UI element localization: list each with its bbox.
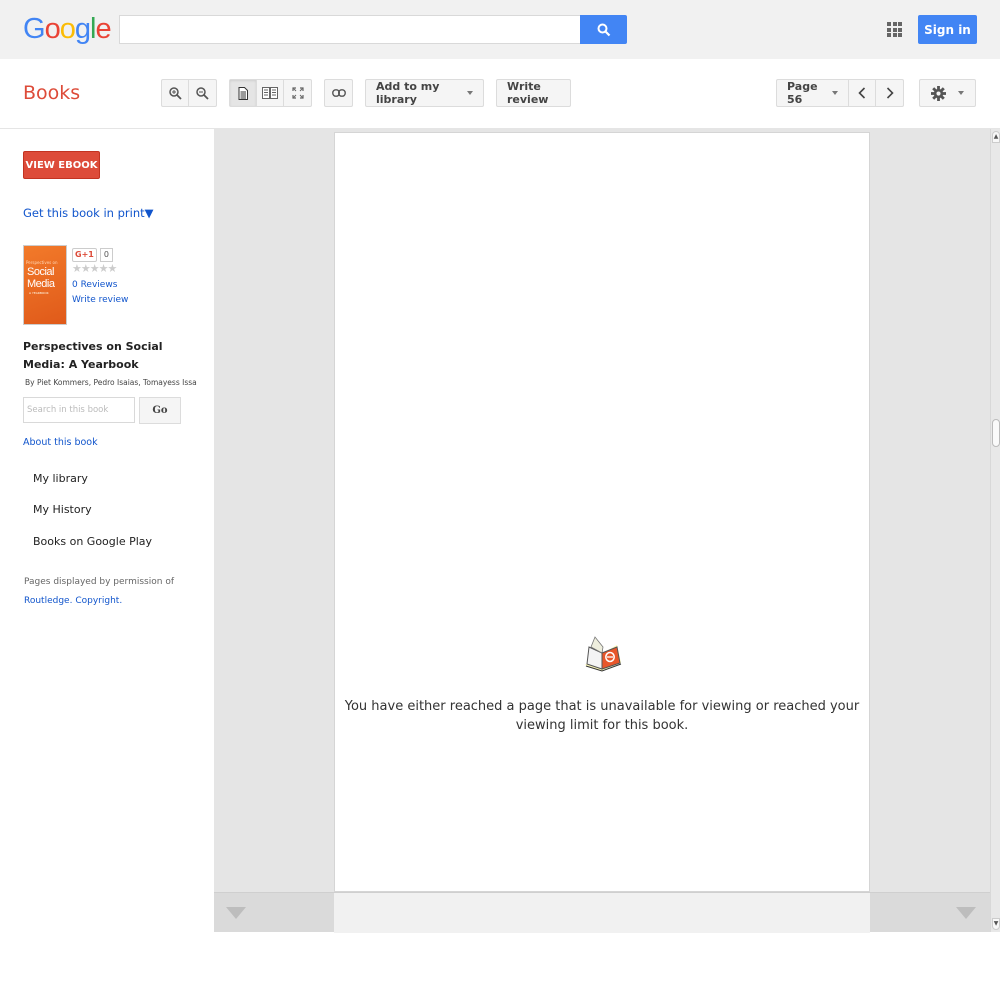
open-book-icon (581, 633, 625, 681)
page-nav-group: Page 56 (776, 79, 904, 107)
caret-down-icon (958, 91, 964, 95)
publisher-link[interactable]: Routledge (24, 596, 70, 606)
chevron-right-icon (886, 87, 894, 99)
add-library-group: Add to my library (365, 79, 484, 107)
settings-group (919, 79, 976, 107)
add-to-library-button[interactable]: Add to my library (366, 80, 483, 106)
nav-my-library[interactable]: My library (33, 472, 88, 485)
book-title: Perspectives on Social Media: A Yearbook (23, 340, 163, 371)
rating-stars: ★★★★★ (72, 262, 117, 275)
link-group (324, 79, 353, 107)
book-page: You have either reached a page that is u… (334, 132, 870, 892)
search-in-book-input[interactable] (23, 397, 135, 423)
vertical-scrollbar[interactable]: ▲ ▼ (990, 129, 1000, 932)
cover-title: Social Media (27, 266, 55, 290)
book-viewer: You have either reached a page that is u… (214, 129, 1000, 933)
two-page-icon (262, 87, 278, 99)
get-book-in-print-link[interactable]: Get this book in print▼ (23, 206, 154, 220)
fullscreen-button[interactable] (284, 80, 311, 106)
write-review-button[interactable]: Write review (497, 80, 570, 106)
link-icon (331, 89, 346, 97)
triangle-down-icon[interactable] (226, 907, 246, 919)
books-toolbar: Books Add to my library Write review Pag… (0, 59, 1000, 129)
settings-button[interactable] (920, 80, 975, 106)
next-page-strip (214, 892, 990, 933)
sign-in-button[interactable]: Sign in (918, 15, 977, 44)
zoom-in-icon (168, 86, 182, 100)
write-review-link[interactable]: Write review (72, 295, 128, 305)
apps-grid-icon[interactable] (887, 22, 902, 37)
caret-down-icon (467, 91, 473, 95)
sidebar: VIEW EBOOK Get this book in print▼ Persp… (0, 129, 214, 1000)
cover-subtitle: Perspectives on (26, 260, 58, 265)
logo-letter: e (95, 13, 111, 45)
get-print-label: Get this book in print (23, 206, 145, 220)
go-button[interactable]: Go (139, 397, 181, 424)
next-page-preview (334, 893, 870, 933)
about-this-book-link[interactable]: About this book (23, 437, 98, 448)
zoom-out-icon (196, 86, 209, 100)
nav-books-on-google-play[interactable]: Books on Google Play (33, 535, 152, 548)
book-authors: By Piet Kommers, Pedro Isaias, Tomayess … (25, 378, 197, 387)
zoom-in-button[interactable] (162, 80, 189, 106)
permission-links: Routledge. Copyright. (24, 596, 122, 606)
logo-letter: g (74, 13, 91, 45)
view-ebook-button[interactable]: VIEW EBOOK (23, 151, 100, 179)
copyright-link[interactable]: Copyright (75, 596, 119, 606)
top-bar: Google Sign in (0, 0, 1000, 59)
prev-page-button[interactable] (849, 80, 876, 106)
page-select-button[interactable]: Page 56 (777, 80, 849, 106)
page-label: Page 56 (787, 80, 818, 106)
scroll-up-arrow[interactable]: ▲ (992, 131, 1000, 143)
zoom-out-button[interactable] (189, 80, 216, 106)
logo-letter: G (23, 13, 46, 45)
gplus-count: 0 (99, 248, 113, 262)
view-mode-group (229, 79, 312, 107)
link-button[interactable] (325, 80, 352, 106)
triangle-down-icon[interactable] (956, 907, 976, 919)
single-page-icon (238, 86, 248, 100)
gplus-button[interactable]: G+1 (72, 248, 97, 262)
search-icon (597, 23, 610, 36)
two-page-button[interactable] (257, 80, 284, 106)
scroll-thumb[interactable] (992, 419, 1000, 448)
google-plus-one[interactable]: G+1 0 (72, 248, 113, 262)
unavailable-message: You have either reached a page that is u… (344, 699, 860, 733)
books-title[interactable]: Books (23, 82, 80, 104)
single-page-button[interactable] (230, 80, 257, 106)
reviews-link[interactable]: 0 Reviews (72, 280, 117, 290)
next-page-button[interactable] (876, 80, 903, 106)
zoom-group (161, 79, 217, 107)
google-logo[interactable]: Google (23, 13, 112, 46)
period: . (119, 596, 123, 606)
caret-down-icon (832, 91, 838, 95)
write-review-group: Write review (496, 79, 571, 107)
chevron-left-icon (858, 87, 866, 99)
fullscreen-icon (291, 87, 304, 99)
gear-icon (931, 85, 946, 101)
scroll-down-arrow[interactable]: ▼ (992, 918, 1000, 930)
logo-letter: o (44, 13, 61, 45)
search-button[interactable] (580, 15, 627, 44)
nav-my-history[interactable]: My History (33, 503, 92, 516)
triangle-down-icon: ▼ (144, 206, 154, 220)
logo-letter: o (59, 13, 76, 45)
book-cover[interactable]: Perspectives on Social Media A YEARBOOK (23, 245, 67, 325)
add-to-library-label: Add to my library (376, 80, 440, 106)
permission-text: Pages displayed by permission of (24, 577, 174, 587)
cover-tagline: A YEARBOOK (29, 291, 49, 295)
search-input[interactable] (119, 15, 581, 44)
